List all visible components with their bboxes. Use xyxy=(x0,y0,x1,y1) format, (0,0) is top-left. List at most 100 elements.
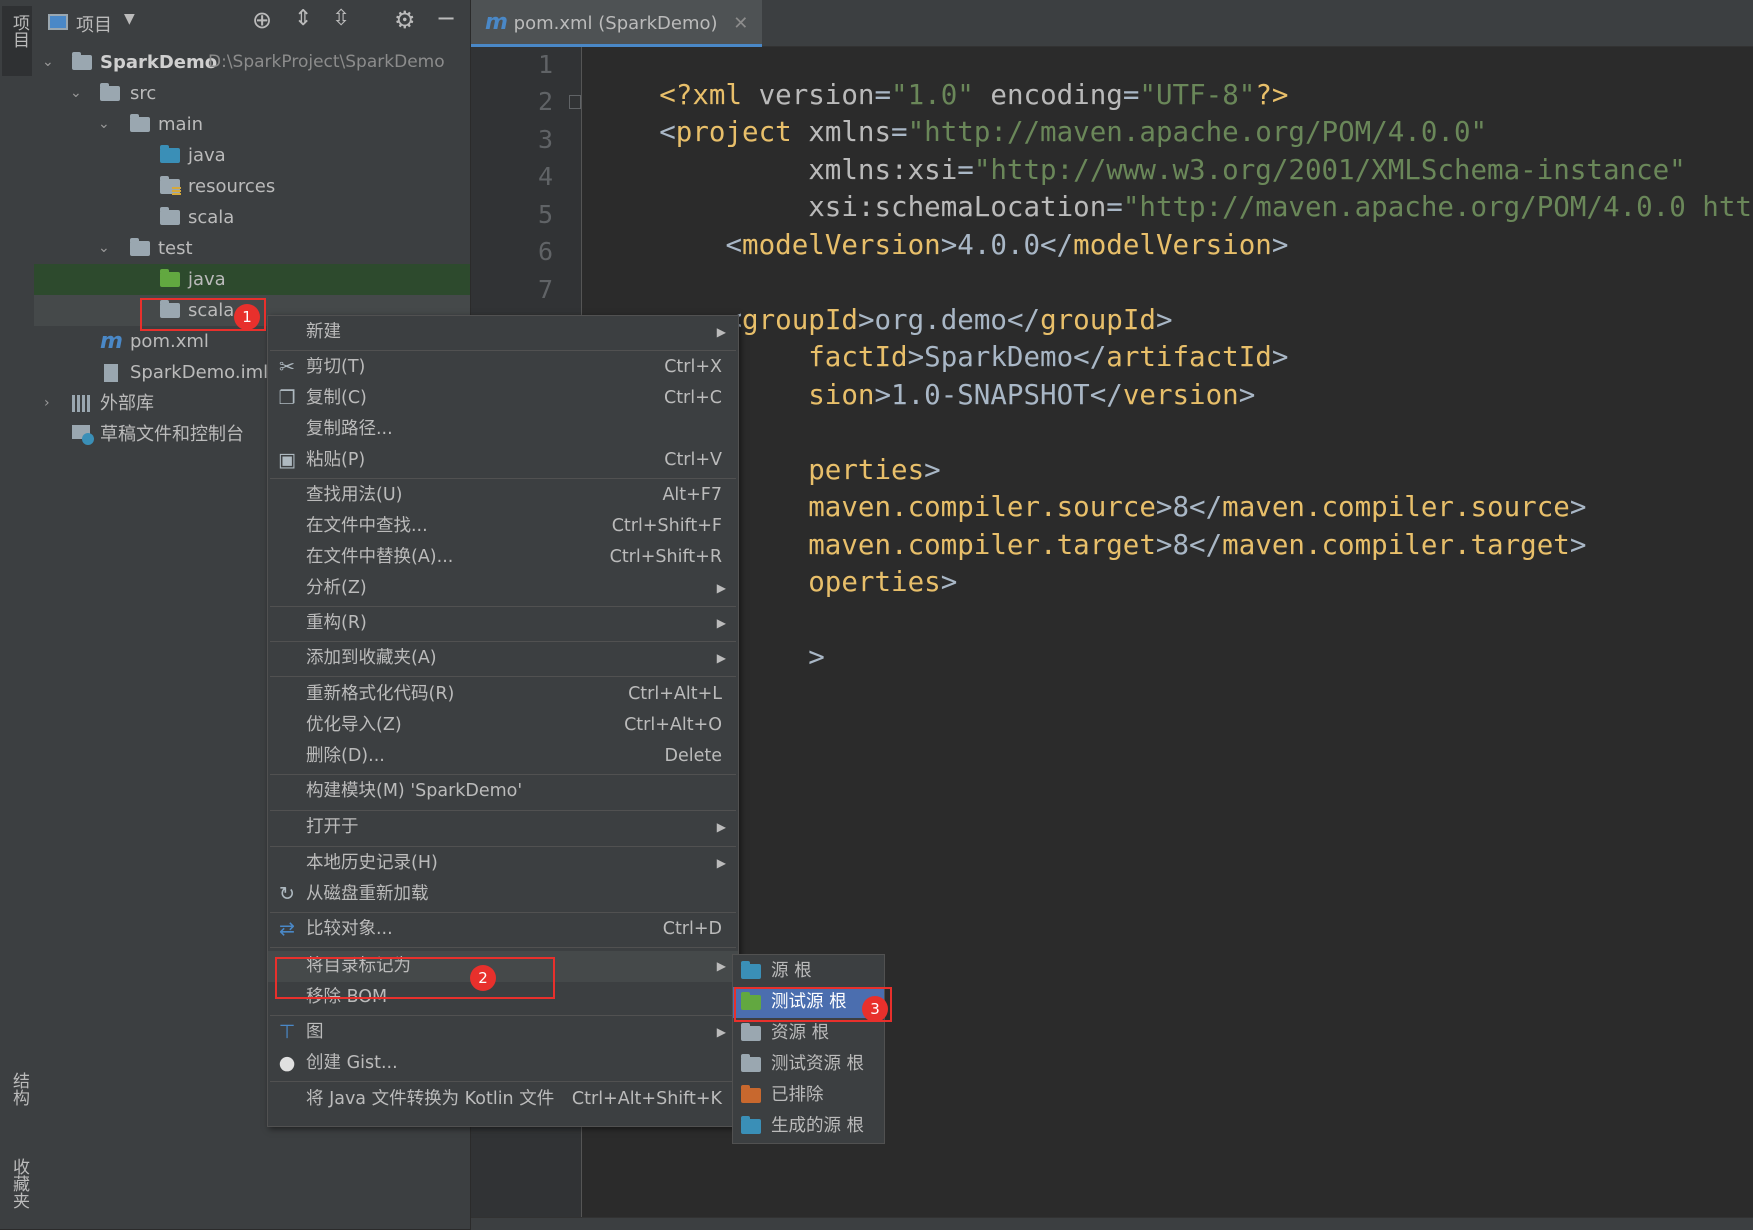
chevron-down-icon[interactable]: ▼ xyxy=(124,11,135,27)
tree-item-label: SparkDemo.iml xyxy=(130,362,269,383)
line-number: 2 xyxy=(537,87,553,116)
menu-item-diagrams[interactable]: ⊤ 图 ▶ xyxy=(268,1017,738,1048)
menu-item-cut[interactable]: ✂ 剪切(T) Ctrl+X xyxy=(268,352,738,383)
tree-item-test[interactable]: ⌄ test xyxy=(34,233,470,264)
test-folder-icon xyxy=(160,269,180,287)
folder-icon xyxy=(100,83,120,101)
menu-item-replace-in-files[interactable]: 在文件中替换(A)... Ctrl+Shift+R xyxy=(268,542,738,573)
chevron-down-icon[interactable]: ⌄ xyxy=(42,47,54,78)
menu-item-find-usages[interactable]: 查找用法(U) Alt+F7 xyxy=(268,480,738,511)
menu-item-compare-with[interactable]: ⇄ 比较对象... Ctrl+D xyxy=(268,914,738,945)
line-number: 5 xyxy=(537,200,553,229)
callout-badge: 2 xyxy=(470,965,496,991)
tree-item-main[interactable]: ⌄ main xyxy=(34,109,470,140)
menu-item-open-in[interactable]: 打开于 ▶ xyxy=(268,812,738,843)
source-folder-icon xyxy=(160,145,180,163)
resources-folder-icon xyxy=(741,1023,761,1041)
menu-item-delete[interactable]: 删除(D)... Delete xyxy=(268,741,738,772)
menu-item-add-to-favorites[interactable]: 添加到收藏夹(A) ▶ xyxy=(268,643,738,674)
folder-icon xyxy=(130,238,150,256)
test-resources-folder-icon xyxy=(741,1054,761,1072)
line-number: 6 xyxy=(537,237,553,266)
menu-item-create-gist[interactable]: ● 创建 Gist... xyxy=(268,1048,738,1079)
editor-tab-bar: m pom.xml (SparkDemo) ✕ xyxy=(471,0,1753,47)
menu-item-optimize-imports[interactable]: 优化导入(Z) Ctrl+Alt+O xyxy=(268,710,738,741)
submenu-item-excluded[interactable]: 已排除 xyxy=(733,1080,884,1111)
tree-item-label: resources xyxy=(188,176,276,197)
tree-item-label: 草稿文件和控制台 xyxy=(100,424,244,445)
project-tool-label: 项目 xyxy=(9,14,29,48)
tree-item-project[interactable]: ⌄ SparkDemo D:\SparkProject\SparkDemo xyxy=(34,47,470,78)
line-number: 3 xyxy=(537,125,553,154)
chevron-down-icon[interactable]: ⌄ xyxy=(98,233,110,264)
project-panel-header: 项目 ▼ ⊕ ⇕ ⇳ ⚙ − xyxy=(34,0,470,46)
collapse-all-icon[interactable]: ⇳ xyxy=(332,6,350,31)
copy-icon: ❐ xyxy=(278,387,296,409)
submenu-item-sources-root[interactable]: 源 根 xyxy=(733,956,884,987)
favorites-tool-label: 收藏夹 xyxy=(9,1158,29,1209)
menu-item-new[interactable]: 新建 ▶ xyxy=(268,317,738,348)
menu-item-copy-path[interactable]: 复制路径... xyxy=(268,414,738,445)
generated-folder-icon xyxy=(741,1116,761,1134)
scissors-icon: ✂ xyxy=(279,356,295,378)
tree-item-src[interactable]: ⌄ src xyxy=(34,78,470,109)
chevron-down-icon[interactable]: ⌄ xyxy=(98,109,110,140)
panel-window-icon xyxy=(48,14,68,30)
fold-marker-icon[interactable] xyxy=(569,95,581,109)
excluded-folder-icon xyxy=(741,1085,761,1103)
reload-icon: ↻ xyxy=(279,883,295,905)
menu-item-reformat[interactable]: 重新格式化代码(R) Ctrl+Alt+L xyxy=(268,679,738,710)
menu-item-find-in-files[interactable]: 在文件中查找... Ctrl+Shift+F xyxy=(268,511,738,542)
line-number: 7 xyxy=(537,275,553,304)
tree-item-label: scala xyxy=(188,207,235,228)
menu-item-refactor[interactable]: 重构(R) ▶ xyxy=(268,608,738,639)
libraries-icon xyxy=(72,395,92,412)
panel-title[interactable]: 项目 xyxy=(76,11,112,37)
submenu-item-resources-root[interactable]: 资源 根 xyxy=(733,1018,884,1049)
github-icon: ● xyxy=(278,1052,296,1074)
locate-icon[interactable]: ⊕ xyxy=(252,6,272,34)
project-tool-button[interactable]: 项目 xyxy=(2,6,32,76)
menu-item-reload-from-disk[interactable]: ↻ 从磁盘重新加载 xyxy=(268,879,738,910)
submenu-item-test-resources-root[interactable]: 测试资源 根 xyxy=(733,1049,884,1080)
submenu-item-generated-sources-root[interactable]: 生成的源 根 xyxy=(733,1111,884,1142)
folder-icon xyxy=(160,207,180,225)
project-name: SparkDemo xyxy=(100,52,218,73)
tool-window-stripe: 项目 结构 收藏夹 xyxy=(0,0,35,1229)
chevron-right-icon[interactable]: › xyxy=(44,388,50,419)
chevron-down-icon[interactable]: ⌄ xyxy=(70,78,82,109)
menu-item-local-history[interactable]: 本地历史记录(H) ▶ xyxy=(268,848,738,879)
module-file-icon xyxy=(104,364,118,382)
menu-item-paste[interactable]: ▣ 粘贴(P) Ctrl+V xyxy=(268,445,738,476)
source-folder-icon xyxy=(741,961,761,979)
maven-icon: m xyxy=(485,10,508,35)
submenu-arrow-icon: ▶ xyxy=(716,959,726,973)
gear-icon[interactable]: ⚙ xyxy=(394,6,416,34)
tree-item-label: 外部库 xyxy=(100,393,154,414)
submenu-arrow-icon: ▶ xyxy=(716,325,726,339)
context-menu: 新建 ▶ ✂ 剪切(T) Ctrl+X ❐ 复制(C) Ctrl+C 复制路径... … xyxy=(267,315,739,1127)
tree-item-label: java xyxy=(188,269,226,290)
menu-item-convert-to-kotlin[interactable]: 将 Java 文件转换为 Kotlin 文件 Ctrl+Alt+Shift+K xyxy=(268,1084,738,1115)
tree-item-main-scala[interactable]: scala xyxy=(34,202,470,233)
close-icon[interactable]: ✕ xyxy=(733,13,748,34)
tree-item-main-java[interactable]: java xyxy=(34,140,470,171)
tree-item-label: java xyxy=(188,145,226,166)
submenu-arrow-icon: ▶ xyxy=(716,1025,726,1039)
favorites-tool-button[interactable]: 收藏夹 xyxy=(2,1150,32,1229)
tree-item-test-java[interactable]: java xyxy=(34,264,470,295)
menu-item-build-module[interactable]: 构建模块(M) 'SparkDemo' xyxy=(268,776,738,807)
expand-all-icon[interactable]: ⇕ xyxy=(294,6,312,31)
menu-item-copy[interactable]: ❐ 复制(C) Ctrl+C xyxy=(268,383,738,414)
code-line: > xyxy=(808,641,825,673)
clipboard-icon: ▣ xyxy=(278,449,296,471)
tree-item-resources[interactable]: resources xyxy=(34,171,470,202)
menu-item-analyze[interactable]: 分析(Z) ▶ xyxy=(268,573,738,604)
hide-icon[interactable]: − xyxy=(436,4,456,32)
tab-pom-xml[interactable]: m pom.xml (SparkDemo) ✕ xyxy=(471,0,763,47)
diagram-icon: ⊤ xyxy=(278,1021,296,1043)
structure-tool-button[interactable]: 结构 xyxy=(2,1060,32,1140)
submenu-arrow-icon: ▶ xyxy=(716,820,726,834)
folder-icon xyxy=(130,114,150,132)
callout-badge: 3 xyxy=(862,996,888,1022)
